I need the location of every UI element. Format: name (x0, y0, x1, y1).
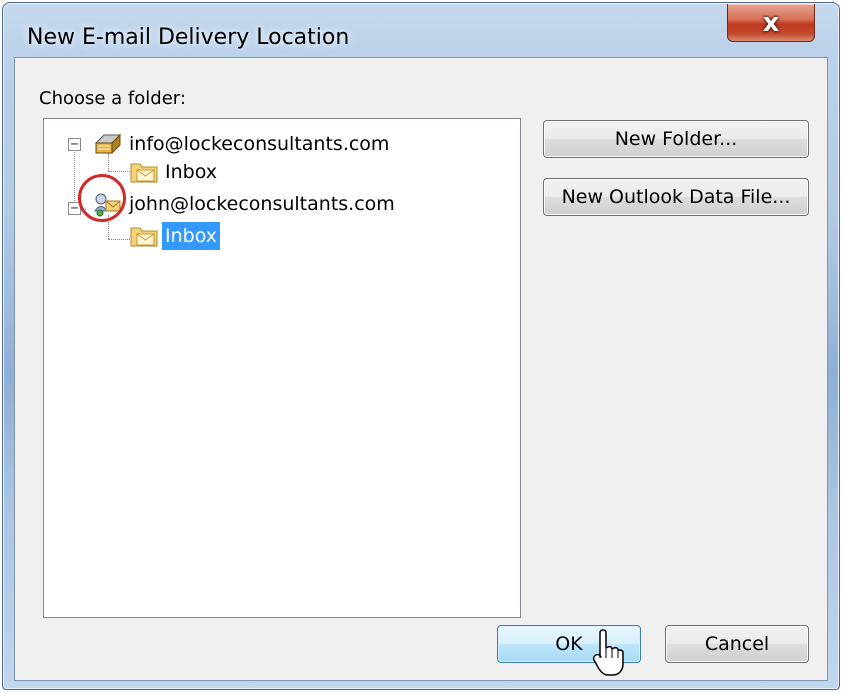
inbox-folder-icon (130, 224, 158, 248)
inbox-folder-icon (130, 160, 158, 184)
tree-item-inbox[interactable]: Inbox (130, 157, 220, 187)
pst-file-icon (92, 131, 122, 157)
minus-icon: − (70, 136, 79, 152)
new-outlook-data-file-button[interactable]: New Outlook Data File... (543, 178, 809, 216)
annotation-highlight-circle (78, 174, 126, 222)
choose-folder-label: Choose a folder: (39, 88, 186, 109)
close-icon: x (762, 7, 780, 38)
dialog-client-area: Choose a folder: − info@lockeconsultants… (14, 57, 828, 681)
tree-item-label: Inbox (162, 222, 220, 250)
tree-item-label: info@lockeconsultants.com (129, 133, 390, 155)
cancel-button[interactable]: Cancel (665, 625, 809, 663)
tree-item-info-account[interactable]: info@lockeconsultants.com (92, 129, 392, 159)
tree-connector (108, 171, 130, 172)
new-folder-button[interactable]: New Folder... (543, 120, 809, 158)
close-button[interactable]: x (727, 4, 815, 42)
tree-connector (108, 239, 130, 240)
tree-item-inbox-selected[interactable]: Inbox (130, 221, 220, 251)
tree-connector (74, 145, 75, 209)
minus-icon: − (70, 200, 79, 216)
collapse-toggle[interactable]: − (68, 138, 81, 151)
tree-item-label: Inbox (165, 161, 217, 183)
window-title: New E-mail Delivery Location (27, 25, 350, 50)
dialog-window: New E-mail Delivery Location x Choose a … (2, 2, 840, 690)
mouse-pointer-icon (592, 628, 626, 682)
tree-item-label: john@lockeconsultants.com (129, 193, 395, 215)
title-bar[interactable]: New E-mail Delivery Location x (3, 3, 839, 57)
tree-item-john-account[interactable]: john@lockeconsultants.com (92, 189, 398, 219)
